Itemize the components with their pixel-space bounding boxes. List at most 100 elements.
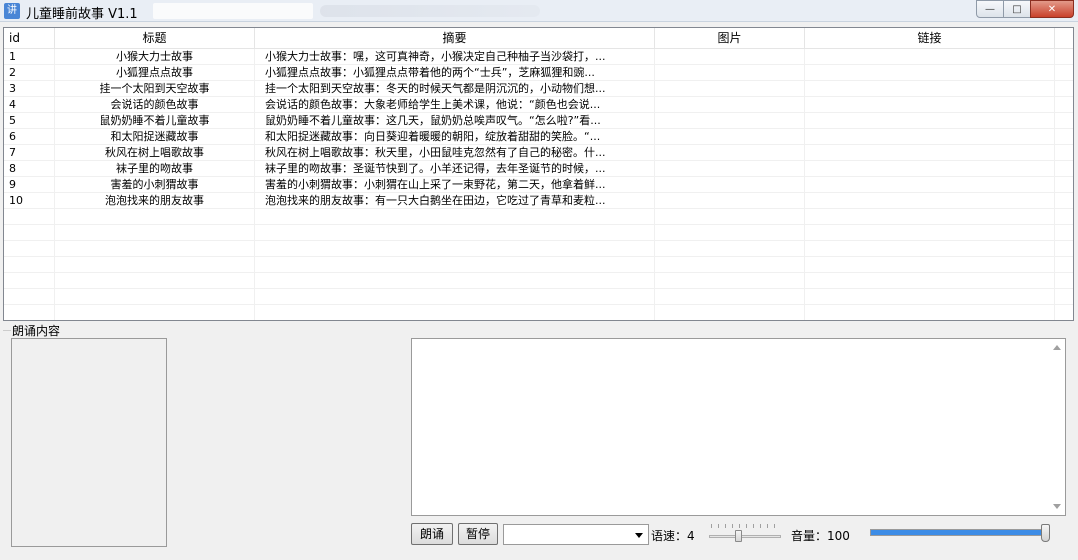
read-button[interactable]: 朗诵 [411, 523, 453, 545]
pause-button[interactable]: 暂停 [458, 523, 498, 545]
cell-summary: 小猴大力士故事：嘿，这可真神奇，小猴决定自己种柚子当沙袋打，... [255, 49, 655, 64]
cell-link [805, 113, 1055, 128]
cell-image [655, 225, 805, 240]
cell-summary: 会说话的颜色故事：大象老师给学生上美术课，他说：“颜色也会说... [255, 97, 655, 112]
cell-summary [255, 273, 655, 288]
cell-id [4, 209, 55, 224]
table-row[interactable]: 4 会说话的颜色故事 会说话的颜色故事：大象老师给学生上美术课，他说：“颜色也会说.… [4, 97, 1073, 113]
table-row[interactable]: 3 挂一个太阳到天空故事 挂一个太阳到天空故事：冬天的时候天气都是阴沉沉的，小动物们… [4, 81, 1073, 97]
cell-summary: 挂一个太阳到天空故事：冬天的时候天气都是阴沉沉的，小动物们想... [255, 81, 655, 96]
cell-link [805, 209, 1055, 224]
cell-link [805, 177, 1055, 192]
chevron-down-icon[interactable] [635, 533, 643, 538]
cell-rest [1055, 257, 1073, 272]
cell-id [4, 225, 55, 240]
cell-link [805, 241, 1055, 256]
maximize-icon[interactable]: □ [1003, 0, 1031, 18]
scroll-up-icon[interactable] [1053, 345, 1061, 350]
title-blurred-menu [320, 5, 540, 17]
cell-summary [255, 257, 655, 272]
cell-summary: 害羞的小刺猬故事：小刺猬在山上采了一束野花，第二天，他拿着鲜... [255, 177, 655, 192]
cell-summary [255, 305, 655, 320]
cell-image [655, 193, 805, 208]
cell-summary: 秋风在树上唱歌故事：秋天里，小田鼠哇克忽然有了自己的秘密。什... [255, 145, 655, 160]
cell-id [4, 241, 55, 256]
cell-image [655, 113, 805, 128]
column-header-link[interactable]: 链接 [805, 28, 1055, 48]
cell-rest [1055, 289, 1073, 304]
cell-link [805, 225, 1055, 240]
table-row[interactable]: 6 和太阳捉迷藏故事 和太阳捉迷藏故事：向日葵迎着暖暖的朝阳，绽放着甜甜的笑脸。“.… [4, 129, 1073, 145]
cell-rest [1055, 145, 1073, 160]
cell-rest [1055, 177, 1073, 192]
volume-slider[interactable] [868, 522, 1052, 544]
scroll-down-icon[interactable] [1053, 504, 1061, 509]
cell-image [655, 305, 805, 320]
cell-rest [1055, 209, 1073, 224]
speed-slider-ticks [711, 524, 781, 528]
table-row-empty [4, 257, 1073, 273]
story-table[interactable]: id 标题 摘要 图片 链接 1 小猴大力士故事 小猴大力士故事：嘿，这可真神奇，小… [3, 27, 1074, 321]
cell-link [805, 129, 1055, 144]
cell-link [805, 97, 1055, 112]
table-row[interactable]: 1 小猴大力士故事 小猴大力士故事：嘿，这可真神奇，小猴决定自己种柚子当沙袋打，..… [4, 49, 1073, 65]
cell-id [4, 273, 55, 288]
volume-label: 音量：100 [791, 529, 850, 543]
cell-image [655, 177, 805, 192]
cell-image [655, 241, 805, 256]
cell-title: 害羞的小刺猬故事 [55, 177, 255, 192]
cell-rest [1055, 129, 1073, 144]
cell-id [4, 257, 55, 272]
cell-summary [255, 225, 655, 240]
speed-slider[interactable] [707, 522, 783, 546]
table-row[interactable]: 2 小狐狸点点故事 小狐狸点点故事：小狐狸点点带着他的两个“士兵”，芝麻狐狸和豌..… [4, 65, 1073, 81]
cell-image [655, 65, 805, 80]
cell-rest [1055, 193, 1073, 208]
table-row[interactable]: 10 泡泡找来的朋友故事 泡泡找来的朋友故事：有一只大白鹅坐在田边，它吃过了青草和麦… [4, 193, 1073, 209]
volume-slider-track[interactable] [870, 529, 1050, 536]
cell-image [655, 161, 805, 176]
cell-link [805, 193, 1055, 208]
column-header-title[interactable]: 标题 [55, 28, 255, 48]
cell-title: 袜子里的吻故事 [55, 161, 255, 176]
close-icon[interactable]: ✕ [1030, 0, 1074, 18]
group-border [3, 330, 11, 331]
speed-slider-thumb[interactable] [735, 530, 742, 542]
story-image-box [11, 338, 167, 547]
volume-slider-thumb[interactable] [1041, 524, 1050, 542]
table-row[interactable]: 7 秋风在树上唱歌故事 秋风在树上唱歌故事：秋天里，小田鼠哇克忽然有了自己的秘密。什… [4, 145, 1073, 161]
cell-image [655, 257, 805, 272]
table-row[interactable]: 9 害羞的小刺猬故事 害羞的小刺猬故事：小刺猬在山上采了一束野花，第二天，他拿着鲜.… [4, 177, 1073, 193]
cell-image [655, 145, 805, 160]
minimize-icon[interactable]: — [976, 0, 1004, 18]
cell-title [55, 241, 255, 256]
table-body: 1 小猴大力士故事 小猴大力士故事：嘿，这可真神奇，小猴决定自己种柚子当沙袋打，..… [4, 49, 1073, 320]
cell-id [4, 305, 55, 320]
column-header-summary[interactable]: 摘要 [255, 28, 655, 48]
table-row[interactable]: 8 袜子里的吻故事 袜子里的吻故事：圣诞节快到了。小羊还记得，去年圣诞节的时候，..… [4, 161, 1073, 177]
column-header-image[interactable]: 图片 [655, 28, 805, 48]
column-header-id[interactable]: id [4, 28, 55, 48]
cell-rest [1055, 81, 1073, 96]
cell-link [805, 65, 1055, 80]
table-row-empty [4, 305, 1073, 320]
table-row-empty [4, 209, 1073, 225]
voice-select[interactable] [503, 524, 649, 545]
column-header-filler [1055, 28, 1073, 48]
app-icon: 讲 [4, 3, 20, 19]
cell-id: 1 [4, 49, 55, 64]
cell-title [55, 257, 255, 272]
cell-title [55, 225, 255, 240]
cell-title [55, 209, 255, 224]
speed-slider-track[interactable] [709, 535, 781, 538]
cell-summary: 鼠奶奶睡不着儿童故事：这几天，鼠奶奶总唉声叹气。“怎么啦?”看... [255, 113, 655, 128]
cell-title [55, 305, 255, 320]
reading-text-area[interactable] [411, 338, 1066, 516]
vertical-scrollbar[interactable] [1049, 339, 1065, 515]
cell-image [655, 129, 805, 144]
group-label-reading: 朗诵内容 [12, 324, 61, 338]
speed-value: 4 [687, 529, 695, 543]
table-row[interactable]: 5 鼠奶奶睡不着儿童故事 鼠奶奶睡不着儿童故事：这几天，鼠奶奶总唉声叹气。“怎么啦?… [4, 113, 1073, 129]
cell-rest [1055, 241, 1073, 256]
cell-id: 7 [4, 145, 55, 160]
